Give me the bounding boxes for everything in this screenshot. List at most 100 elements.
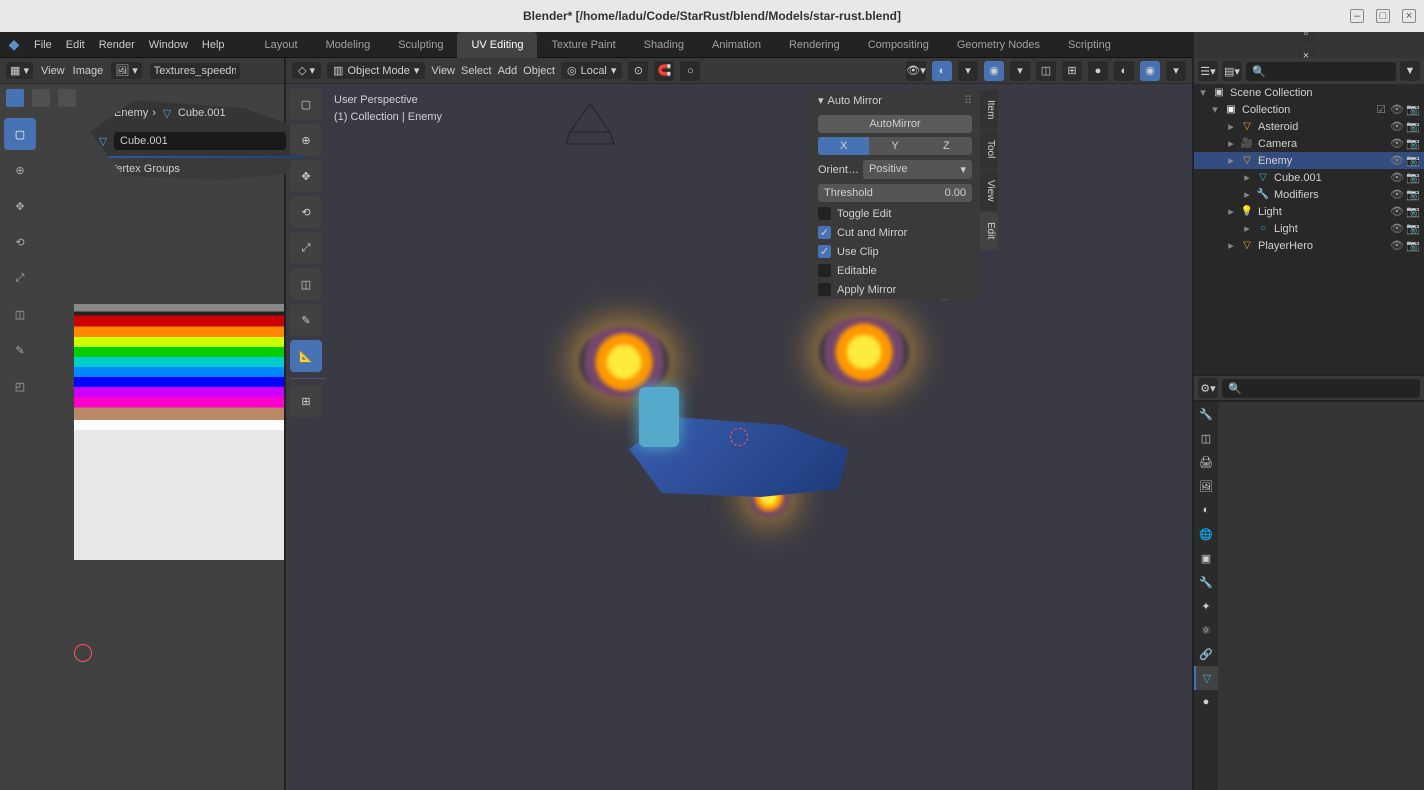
shading-dropdown-icon[interactable]: ▾ <box>1166 61 1186 81</box>
orientation-dropdown[interactable]: ◎ Local ▾ <box>561 62 622 79</box>
gizmo-toggle-icon[interactable]: ◐ <box>932 61 952 81</box>
outliner-search-input[interactable]: 🔍 <box>1246 62 1396 81</box>
workspace-tab-rendering[interactable]: Rendering <box>775 32 854 58</box>
tab-tool[interactable]: 🔧 <box>1194 402 1218 426</box>
render-icon[interactable]: 📷 <box>1406 154 1420 167</box>
workspace-tab-shading[interactable]: Shading <box>630 32 698 58</box>
npanel-tab-tool[interactable]: Tool <box>980 130 998 168</box>
tool-transform[interactable]: ◫ <box>290 268 322 300</box>
tab-data[interactable]: ▽ <box>1194 666 1218 690</box>
disclosure-icon[interactable]: ▸ <box>1226 120 1236 133</box>
disclosure-icon[interactable]: ▸ <box>1226 239 1236 252</box>
eye-icon[interactable]: 👁 <box>1390 137 1404 150</box>
uv-canvas[interactable]: 🔍 ✋ <box>40 112 284 790</box>
tool-scale[interactable]: ⤢ <box>290 232 322 264</box>
workspace-tab-scripting[interactable]: Scripting <box>1054 32 1125 58</box>
workspace-tab-modeling[interactable]: Modeling <box>312 32 385 58</box>
tab-object[interactable]: ▣ <box>1194 546 1218 570</box>
axis-z-button[interactable]: Z <box>921 137 972 155</box>
workspace-tab-sculpting[interactable]: Sculpting <box>384 32 457 58</box>
uv-tool-cursor[interactable]: ⊕ <box>4 154 36 186</box>
menu-window[interactable]: Window <box>149 39 188 51</box>
uv-tool-move[interactable]: ✥ <box>4 190 36 222</box>
outliner-type-dropdown[interactable]: ☰▾ <box>1198 61 1218 81</box>
uv-tool-rip[interactable]: ◰ <box>4 370 36 402</box>
tab-render[interactable]: ◫ <box>1194 426 1218 450</box>
outliner-row-scene[interactable]: ▾▣ Scene Collection <box>1194 84 1424 101</box>
workspace-tab-geometry-nodes[interactable]: Geometry Nodes <box>943 32 1054 58</box>
uv-tool-annotate[interactable]: ✎ <box>4 334 36 366</box>
uv-tool-select-box[interactable]: ▢ <box>4 118 36 150</box>
menu-render[interactable]: Render <box>99 39 135 51</box>
npanel-tab-item[interactable]: Item <box>980 90 998 129</box>
viewport-3d[interactable] <box>286 84 1192 790</box>
shading-solid-icon[interactable]: ● <box>1088 61 1108 81</box>
shading-wireframe-icon[interactable]: ⊞ <box>1062 61 1082 81</box>
snap-icon[interactable]: 🧲 <box>654 61 674 81</box>
visibility-dropdown-icon[interactable]: 👁▾ <box>906 61 926 81</box>
render-icon[interactable]: 📷 <box>1406 171 1420 184</box>
properties-search-input[interactable]: 🔍 <box>1222 379 1420 398</box>
tab-output[interactable]: 🖨 <box>1194 450 1218 474</box>
disclosure-icon[interactable]: ▸ <box>1242 222 1252 235</box>
eye-icon[interactable]: 👁 <box>1390 188 1404 201</box>
outliner-row-camera[interactable]: ▸🎥Camera👁📷 <box>1194 135 1424 152</box>
outliner-display-dropdown[interactable]: ▤▾ <box>1222 61 1242 81</box>
uv-menu-image[interactable]: Image <box>73 65 104 77</box>
tool-measure[interactable]: 📐 <box>290 340 322 372</box>
uv-menu-view[interactable]: View <box>41 65 65 77</box>
uv-select-sync-icon[interactable] <box>6 89 24 107</box>
axis-x-button[interactable]: X <box>818 137 869 155</box>
tool-add-cube[interactable]: ⊞ <box>290 385 322 417</box>
workspace-tab-animation[interactable]: Animation <box>698 32 775 58</box>
editor-type-dropdown[interactable]: ▦ ▾ <box>6 62 33 79</box>
tab-material[interactable]: ● <box>1194 690 1218 714</box>
eye-icon[interactable]: 👁 <box>1390 171 1404 184</box>
uv-tool-rotate[interactable]: ⟲ <box>4 226 36 258</box>
outliner-row-enemy[interactable]: ▸▽Enemy👁📷 <box>1194 152 1424 169</box>
menu-file[interactable]: File <box>34 39 52 51</box>
threshold-field[interactable]: Threshold0.00 <box>818 184 972 202</box>
uv-tool-scale[interactable]: ⤢ <box>4 262 36 294</box>
tool-move[interactable]: ✥ <box>290 160 322 192</box>
maximize-button[interactable]: □ <box>1376 9 1390 23</box>
menu-help[interactable]: Help <box>202 39 225 51</box>
outliner-row-light[interactable]: ▸○Light👁📷 <box>1194 220 1424 237</box>
eye-icon[interactable]: 👁 <box>1390 205 1404 218</box>
outliner-row-playerhero[interactable]: ▸▽PlayerHero👁📷 <box>1194 237 1424 254</box>
orient-dropdown[interactable]: Positive▾ <box>863 160 972 179</box>
editor-type-3d-dropdown[interactable]: ◇ ▾ <box>292 62 321 79</box>
minimize-button[interactable]: – <box>1350 9 1364 23</box>
properties-type-dropdown[interactable]: ⚙▾ <box>1198 378 1218 398</box>
tab-constraints[interactable]: 🔗 <box>1194 642 1218 666</box>
overlay-toggle-icon[interactable]: ◉ <box>984 61 1004 81</box>
uv-image-name-input[interactable] <box>150 63 240 79</box>
render-icon[interactable]: 📷 <box>1406 239 1420 252</box>
outliner-row-asteroid[interactable]: ▸▽Asteroid👁📷 <box>1194 118 1424 135</box>
render-icon[interactable]: 📷 <box>1406 188 1420 201</box>
automirror-button[interactable]: AutoMirror <box>818 115 972 133</box>
mesh-name-input[interactable] <box>114 132 286 150</box>
workspace-tab-texture-paint[interactable]: Texture Paint <box>537 32 629 58</box>
exclude-checkbox-icon[interactable]: ☑ <box>1374 103 1388 116</box>
editable-checkbox[interactable]: Editable <box>810 261 980 280</box>
shading-rendered-icon[interactable]: ◉ <box>1140 61 1160 81</box>
eye-icon[interactable]: 👁 <box>1390 222 1404 235</box>
workspace-tab-layout[interactable]: Layout <box>251 32 312 58</box>
npanel-tab-view[interactable]: View <box>980 170 998 212</box>
pivot-icon[interactable]: ⊙ <box>628 61 648 81</box>
tab-physics[interactable]: ⚛ <box>1194 618 1218 642</box>
shading-matprev-icon[interactable]: ◐ <box>1114 61 1134 81</box>
tool-rotate[interactable]: ⟲ <box>290 196 322 228</box>
view3d-menu-object[interactable]: Object <box>523 65 555 77</box>
uv-select-vertex-icon[interactable] <box>32 89 50 107</box>
view3d-menu-view[interactable]: View <box>431 65 455 77</box>
blender-logo-icon[interactable]: ◆ <box>0 36 28 53</box>
eye-icon[interactable]: 👁 <box>1390 154 1404 167</box>
tab-modifier[interactable]: 🔧 <box>1194 570 1218 594</box>
menu-edit[interactable]: Edit <box>66 39 85 51</box>
eye-icon[interactable]: 👁 <box>1390 239 1404 252</box>
workspace-tab-uv-editing[interactable]: UV Editing <box>457 32 537 58</box>
tab-particles[interactable]: ✦ <box>1194 594 1218 618</box>
tool-cursor[interactable]: ⊕ <box>290 124 322 156</box>
